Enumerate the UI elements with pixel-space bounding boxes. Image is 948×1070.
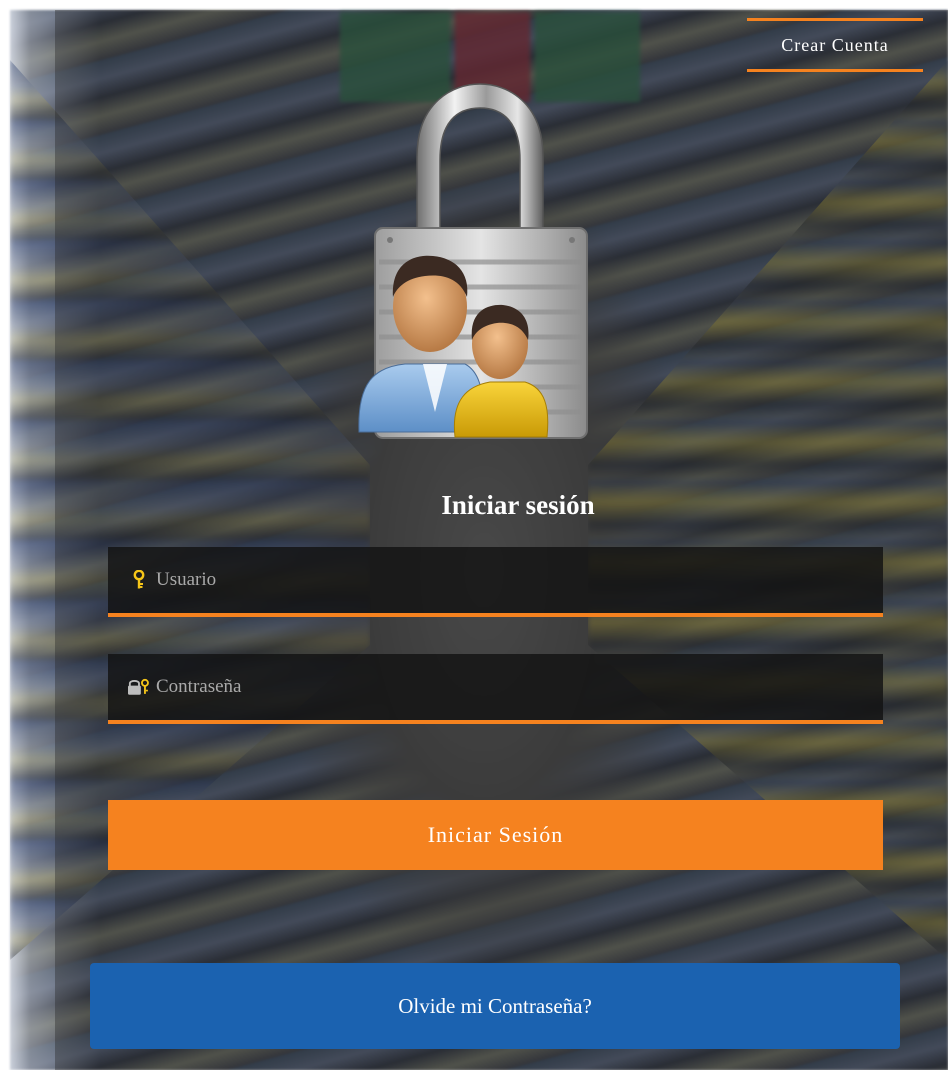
login-title: Iniciar sesión bbox=[441, 490, 595, 520]
lock-key-icon bbox=[128, 678, 150, 696]
password-input[interactable] bbox=[150, 653, 883, 721]
login-page: Crear Cuenta Iniciar sesión Usuario Inic… bbox=[0, 0, 948, 1070]
padlock-users-icon bbox=[358, 83, 588, 439]
login-button[interactable]: Iniciar Sesión bbox=[108, 800, 883, 870]
create-account-link[interactable]: Crear Cuenta bbox=[747, 18, 923, 72]
forgot-password-button[interactable]: Olvide mi Contraseña? bbox=[90, 963, 900, 1049]
password-field[interactable] bbox=[108, 653, 883, 724]
username-input[interactable] bbox=[150, 546, 883, 614]
key-icon bbox=[128, 570, 150, 590]
username-field[interactable] bbox=[108, 546, 883, 617]
